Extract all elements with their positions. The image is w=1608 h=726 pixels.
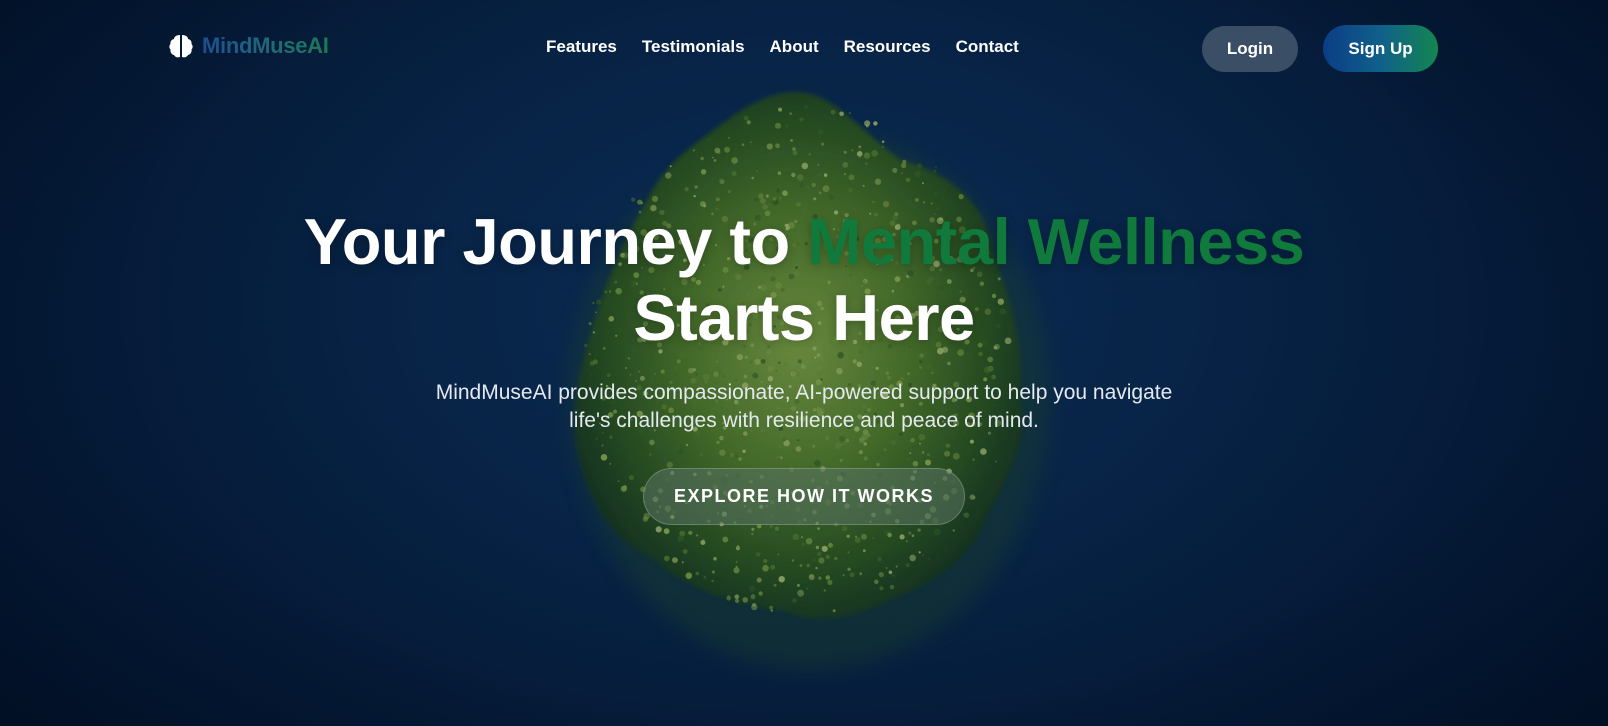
moss-tree-illustration	[570, 91, 1050, 670]
hero-title: Your Journey to Mental Wellness Starts H…	[0, 204, 1608, 356]
brand-name: MindMuseAI	[202, 33, 329, 58]
site-header: MindMuseAI Features Testimonials About R…	[0, 0, 1608, 96]
nav-about[interactable]: About	[770, 37, 819, 57]
main-nav: Features Testimonials About Resources Co…	[546, 37, 1019, 57]
login-button[interactable]: Login	[1202, 26, 1298, 72]
hero-subtitle-line-2: life's challenges with resilience and pe…	[569, 409, 1039, 432]
brand-logo[interactable]: MindMuseAI	[168, 33, 329, 59]
landing-page: MindMuseAI Features Testimonials About R…	[0, 0, 1608, 726]
hero-title-line-2: Starts Here	[633, 281, 975, 354]
explore-how-it-works-button[interactable]: EXPLORE HOW IT WORKS	[643, 468, 965, 525]
hero-title-part-1: Your Journey to	[303, 205, 808, 278]
nav-testimonials[interactable]: Testimonials	[642, 37, 745, 57]
sign-up-button[interactable]: Sign Up	[1323, 25, 1438, 72]
hero-subtitle: MindMuseAI provides compassionate, AI-po…	[354, 379, 1254, 435]
hero-subtitle-line-1: MindMuseAI provides compassionate, AI-po…	[435, 381, 1173, 404]
nav-resources[interactable]: Resources	[844, 37, 931, 57]
brain-icon	[168, 33, 194, 59]
hero-title-line-1: Your Journey to Mental Wellness	[0, 204, 1608, 280]
hero-title-accent: Mental Wellness	[807, 205, 1305, 278]
nav-features[interactable]: Features	[546, 37, 617, 57]
nav-contact[interactable]: Contact	[956, 37, 1019, 57]
